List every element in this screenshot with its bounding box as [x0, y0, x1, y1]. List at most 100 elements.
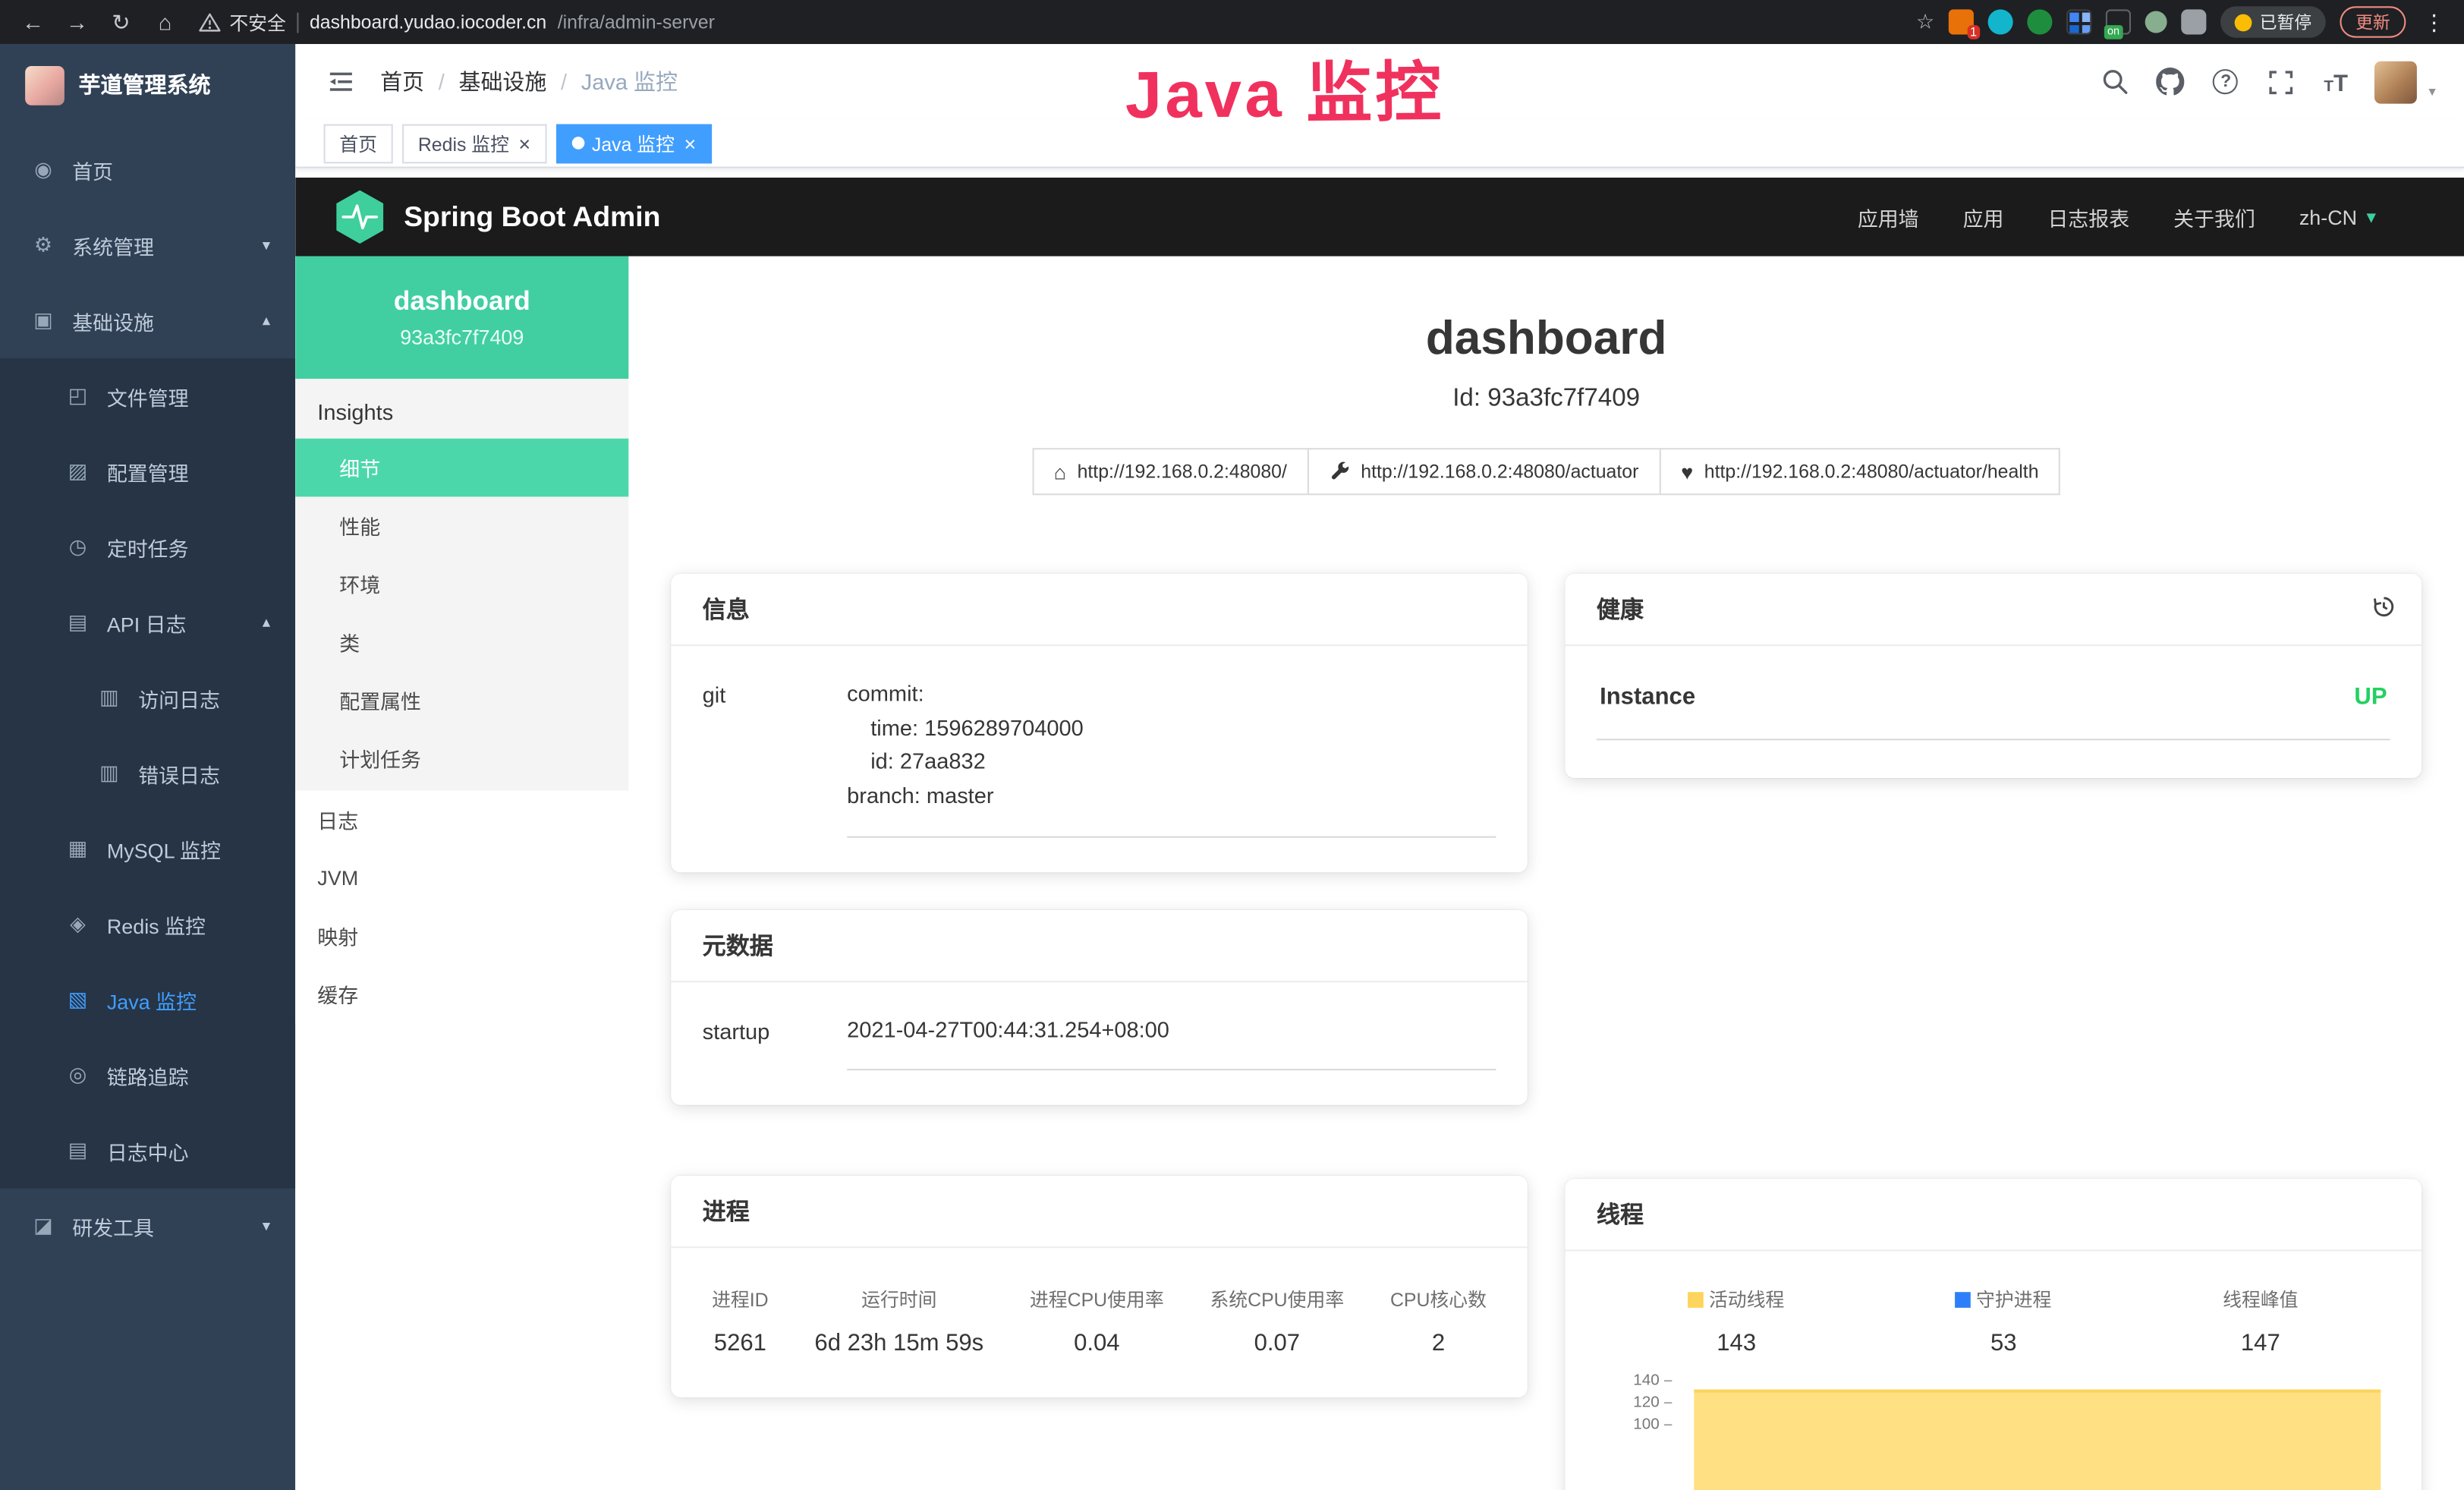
daemon-threads-swatch [1956, 1291, 1972, 1307]
health-card-body: Instance UP [1566, 646, 2422, 778]
breadcrumb-infra[interactable]: 基础设施 [458, 66, 546, 97]
security-label: 不安全 [229, 8, 286, 35]
process-metrics-row: 进程ID 5261 运行时间 6d 23h 15m 59s [703, 1271, 1496, 1363]
sba-menu-config-props[interactable]: 配置属性 [295, 671, 628, 729]
app-logo-row[interactable]: 芋道管理系统 [0, 44, 295, 126]
extension-icon-teal[interactable] [1988, 9, 2013, 34]
sba-menu-performance[interactable]: 性能 [295, 496, 628, 555]
git-commit-id: id: 27aa832 [847, 745, 1496, 780]
sba-instance-sidebar: dashboard 93a3fc7f7409 Insights 细节 性能 环境… [295, 257, 628, 1490]
font-size-small-glyph: T [2324, 77, 2333, 97]
browser-menu-kebab-icon[interactable]: ⋮ [2420, 8, 2448, 35]
sidebar-item-log-center[interactable]: ▤ 日志中心 [0, 1113, 295, 1188]
close-icon[interactable]: × [518, 133, 530, 153]
browser-home-icon[interactable]: ⌂ [151, 8, 179, 36]
sba-menu-logs[interactable]: 日志 [295, 791, 628, 849]
sba-menu-jvm[interactable]: JVM [295, 849, 628, 907]
process-card: 进程 进程ID 5261 运行时间 [671, 1177, 1528, 1398]
hamburger-icon[interactable] [324, 65, 359, 99]
extensions-puzzle-icon[interactable] [2181, 9, 2206, 34]
tab-redis-monitor[interactable]: Redis 监控 × [402, 124, 546, 163]
sidebar-item-trace[interactable]: ◎ 链路追踪 [0, 1038, 295, 1113]
sidebar-item-system[interactable]: ⚙ 系统管理 ▾ [0, 207, 295, 282]
sidebar-item-label: 链路追踪 [107, 1060, 189, 1090]
sba-locale-select[interactable]: zh-CN ▾ [2299, 205, 2376, 228]
sidebar-item-label: 访问日志 [138, 683, 220, 713]
sba-menu-caches[interactable]: 缓存 [295, 965, 628, 1023]
sba-menu-environment[interactable]: 环境 [295, 555, 628, 613]
bookmark-star-icon[interactable]: ☆ [1916, 9, 1934, 34]
sidebar-item-home[interactable]: ◉ 首页 [0, 132, 295, 207]
fullscreen-icon[interactable] [2265, 66, 2296, 97]
update-button[interactable]: 更新 [2340, 6, 2406, 37]
sba-nav-wallboard[interactable]: 应用墙 [1858, 202, 1919, 232]
url-bar[interactable]: 不安全 dashboard.yudao.iocoder.cn/infra/adm… [198, 8, 715, 35]
breadcrumb-home[interactable]: 首页 [380, 66, 424, 97]
legend-label: 线程峰值 [2223, 1286, 2298, 1312]
sba-menu-mappings[interactable]: 映射 [295, 907, 628, 966]
endpoint-root-link[interactable]: ⌂ http://192.168.0.2:48080/ [1032, 448, 1309, 495]
close-icon[interactable]: × [684, 133, 696, 153]
security-chip[interactable]: 不安全 [198, 8, 286, 35]
git-commit-time: time: 1596289704000 [847, 711, 1496, 745]
sba-nav-about[interactable]: 关于我们 [2173, 202, 2255, 232]
avatar[interactable] [2375, 61, 2418, 103]
health-card-title: 健康 [1597, 593, 1644, 625]
sba-brand[interactable]: Spring Boot Admin [336, 191, 660, 244]
doc-icon: ▥ [97, 761, 121, 786]
sidebar-item-label: 日志中心 [107, 1136, 189, 1165]
screen: ← → ↻ ⌂ 不安全 dashboard.yudao.iocoder.cn/i… [0, 0, 2464, 1490]
forward-icon[interactable]: → [63, 8, 91, 36]
sba-nav-applications[interactable]: 应用 [1963, 202, 2004, 232]
chevron-down-icon: ▾ [263, 1218, 270, 1235]
sidebar-item-redis-monitor[interactable]: ◈ Redis 监控 [0, 887, 295, 962]
main-column: Java 监控 首页 / 基础设施 / Java 监控 [295, 44, 2464, 1490]
extension-icon-leaf[interactable] [2145, 11, 2167, 33]
sidebar-item-java-monitor[interactable]: ▧ Java 监控 [0, 962, 295, 1037]
extension-icon-dark-on[interactable]: on [2106, 9, 2131, 34]
sba-logo-icon [336, 191, 383, 244]
paused-badge[interactable]: 已暂停 [2220, 6, 2326, 37]
sidebar-item-infra[interactable]: ▣ 基础设施 ▴ [0, 283, 295, 358]
history-icon[interactable] [2371, 594, 2396, 625]
monitor-icon: ▣ [31, 308, 55, 333]
sba-menu-classes[interactable]: 类 [295, 613, 628, 672]
metric-label: 进程ID [712, 1287, 769, 1313]
extension-icon-grid[interactable] [2066, 9, 2091, 34]
sidebar-item-devtools[interactable]: ◪ 研发工具 ▾ [0, 1189, 295, 1264]
back-icon[interactable]: ← [19, 8, 47, 36]
url-path: /infra/admin-server [558, 11, 715, 33]
sidebar-item-error-log[interactable]: ▥ 错误日志 [0, 736, 295, 811]
extension-icon-orange[interactable]: 1 [1949, 9, 1974, 34]
paused-badge-label: 已暂停 [2260, 9, 2311, 34]
avatar-caret-icon[interactable]: ▾ [2428, 83, 2435, 100]
startup-key: startup [703, 1013, 848, 1071]
extension-icon-green[interactable] [2027, 9, 2052, 34]
reload-icon[interactable]: ↻ [107, 8, 135, 36]
sidebar-item-mysql-monitor[interactable]: ▦ MySQL 监控 [0, 811, 295, 887]
endpoint-actuator-link[interactable]: http://192.168.0.2:48080/actuator [1308, 448, 1661, 495]
cards-left-column: 信息 git commit: time: 1596289704000 id: 2… [671, 574, 1528, 1398]
sidebar-item-scheduled-jobs[interactable]: ◷ 定时任务 [0, 509, 295, 584]
tab-java-monitor[interactable]: Java 监控 × [555, 124, 712, 163]
sba-instance-header[interactable]: dashboard 93a3fc7f7409 [295, 257, 628, 380]
sidebar-item-file-manage[interactable]: ◰ 文件管理 [0, 358, 295, 433]
github-icon[interactable] [2155, 66, 2186, 97]
metadata-card: 元数据 startup 2021-04-27T00:44:31.254+08:0… [671, 909, 1528, 1105]
sba-menu-details[interactable]: 细节 [295, 439, 628, 497]
endpoint-health-link[interactable]: ♥ http://192.168.0.2:48080/actuator/heal… [1659, 448, 2060, 495]
sba-menu-scheduled-tasks[interactable]: 计划任务 [295, 729, 628, 788]
tab-home[interactable]: 首页 [324, 124, 393, 163]
sidebar-item-config-manage[interactable]: ▨ 配置管理 [0, 434, 295, 509]
home-icon: ◉ [31, 157, 55, 182]
font-size-icon[interactable]: TT [2320, 66, 2351, 97]
warning-icon [198, 10, 222, 33]
sidebar-item-api-log[interactable]: ▤ API 日志 ▴ [0, 584, 295, 660]
search-icon[interactable] [2101, 66, 2132, 97]
help-icon[interactable]: ? [2211, 66, 2242, 97]
sba-nav-journal[interactable]: 日志报表 [2047, 202, 2129, 232]
browser-address-bar: ← → ↻ ⌂ 不安全 dashboard.yudao.iocoder.cn/i… [0, 0, 2464, 44]
metric-value: 6d 23h 15m 59s [814, 1331, 983, 1357]
process-card-body: 进程ID 5261 运行时间 6d 23h 15m 59s [671, 1249, 1528, 1398]
sidebar-item-access-log[interactable]: ▥ 访问日志 [0, 660, 295, 736]
